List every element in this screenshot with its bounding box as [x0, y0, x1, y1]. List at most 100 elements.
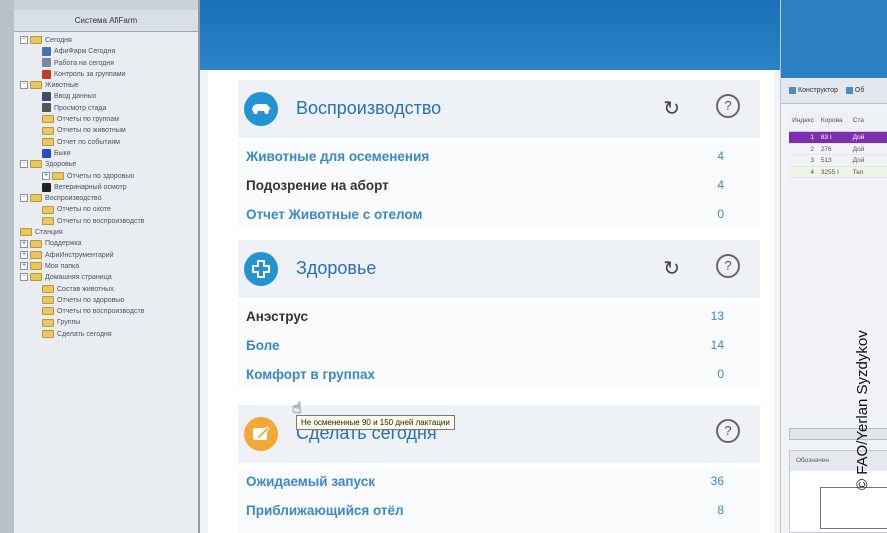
expand-icon[interactable]: +	[42, 171, 50, 180]
report-icon	[42, 182, 51, 192]
table-row[interactable]: 1 83 I Дой	[789, 132, 887, 144]
collapse-icon[interactable]: -	[20, 194, 28, 203]
right-toolbar: Конструктор Об	[781, 78, 887, 104]
card-header: Сделать сегодня ?	[238, 405, 760, 463]
report-row[interactable]: Боле 14	[238, 331, 760, 360]
tree-item[interactable]: Контроль за группами	[16, 69, 198, 80]
column-header[interactable]: Индекс	[789, 110, 817, 132]
report-link[interactable]: Отчет Животные с отелом	[246, 200, 422, 229]
cow-icon	[244, 92, 278, 126]
table-row[interactable]: 3 513 Дой	[789, 155, 887, 167]
folder-icon	[42, 318, 54, 327]
folder-icon	[42, 137, 54, 146]
constructor-button[interactable]: Конструктор	[789, 78, 838, 104]
report-link[interactable]: Комфорт в группах	[246, 360, 375, 389]
report-link[interactable]: Анэструс	[246, 302, 308, 331]
folder-icon	[42, 126, 54, 135]
report-count: 0	[717, 367, 724, 381]
tree-item[interactable]: Отчеты по воспроизводств	[16, 306, 198, 317]
report-row[interactable]: Отчет Животные с отелом 0	[238, 200, 760, 229]
expand-icon[interactable]: +	[20, 250, 28, 259]
overview-button[interactable]: Об	[845, 78, 864, 104]
tree-item[interactable]: Отчеты по здоровью	[16, 295, 198, 306]
tree-item[interactable]: АфиФарм Сегодня	[16, 46, 198, 57]
tree-item[interactable]: Отчеты по группам	[16, 114, 198, 125]
collapse-icon[interactable]: -	[20, 160, 28, 169]
expand-icon[interactable]: +	[20, 262, 28, 271]
report-count: 8	[717, 503, 724, 517]
tree-item[interactable]: Просмотр стада	[16, 103, 198, 114]
tree-item[interactable]: Работа на сегодня	[16, 58, 198, 69]
tree-item-label: Отчеты по здоровью	[67, 172, 135, 180]
tree-item[interactable]: Быки	[16, 148, 198, 159]
tree-item[interactable]: Группы	[16, 317, 198, 328]
tree-item[interactable]: + Отчеты по здоровью	[16, 171, 198, 182]
tree-item[interactable]: Отчеты по животным	[16, 125, 198, 136]
report-row[interactable]: Ожидаемый запуск 36	[238, 467, 760, 496]
report-link[interactable]: Подозрение на аборт	[246, 171, 389, 200]
report-count: 4	[717, 149, 724, 163]
report-row[interactable]: Животные для осеменения 4	[238, 142, 760, 171]
tree-item[interactable]: Ввод данных	[16, 91, 198, 102]
report-link[interactable]: Животные для осеменения	[246, 142, 429, 171]
tree-item-label: Отчеты по группам	[57, 116, 119, 124]
help-icon[interactable]: ?	[716, 254, 740, 278]
report-link[interactable]: Приближающийся отёл	[246, 496, 404, 525]
help-icon[interactable]: ?	[716, 419, 740, 443]
tree-item[interactable]: - Домашняя страница	[16, 272, 198, 283]
tree-item[interactable]: + АфиИнструментарий	[16, 250, 198, 261]
help-icon[interactable]: ?	[716, 94, 740, 118]
cell-status: Тел	[852, 168, 864, 176]
cell-cow: 3255 I	[820, 168, 839, 176]
table-row[interactable]: 4 3255 I Тел	[789, 166, 887, 178]
report-link[interactable]: Боле	[246, 331, 280, 360]
cell-cow: 276	[820, 145, 832, 153]
lower-panel: Обозначен	[789, 450, 887, 533]
folder-icon	[42, 205, 54, 214]
tree-item[interactable]: Отчет по событиям	[16, 137, 198, 148]
dashboard: Воспроизводство ↻ ? Животные для осемене…	[200, 0, 780, 533]
tree-item-label: Отчеты по воспроизводств	[57, 217, 145, 225]
report-row[interactable]: 14	[238, 525, 760, 533]
tree-item-label: АфиИнструментарий	[45, 251, 114, 259]
column-header[interactable]: Ста	[853, 110, 873, 132]
tree-item[interactable]: Сделать сегодня	[16, 329, 198, 340]
tree-item-label: Моя папка	[45, 262, 80, 270]
collapse-icon[interactable]: -	[20, 273, 28, 282]
refresh-icon[interactable]: ↻	[663, 258, 680, 278]
tree-item-label: Состав животных	[57, 285, 114, 293]
tree-item[interactable]: Состав животных	[16, 284, 198, 295]
reproduction-card: Воспроизводство ↻ ? Животные для осемене…	[238, 80, 760, 238]
refresh-icon[interactable]: ↻	[663, 98, 680, 118]
tree-item[interactable]: + Поддержка	[16, 238, 198, 249]
report-icon	[42, 46, 51, 56]
collapse-icon[interactable]: -	[20, 81, 28, 90]
card-header: Здоровье ↻ ?	[238, 240, 760, 298]
card-rows: Животные для осеменения 4 Подозрение на …	[238, 142, 760, 229]
tree-item[interactable]: - Животные	[16, 80, 198, 91]
photo-credit: © FAO/Yerlan Syzdykov	[854, 330, 871, 490]
report-row[interactable]: Комфорт в группах 0	[238, 360, 760, 389]
tree-item[interactable]: Ветеринарный осмотр	[16, 182, 198, 193]
column-header[interactable]: Корова	[819, 110, 851, 132]
tree-item[interactable]: - Воспроизводство	[16, 193, 198, 204]
folder-icon	[30, 160, 42, 169]
table-row[interactable]: 2 276 Дой	[789, 144, 887, 155]
folder-icon	[30, 81, 42, 90]
tree-item-label: Ввод данных	[54, 93, 97, 101]
tree-item[interactable]: - Сегодня	[16, 35, 198, 46]
health-card: Здоровье ↻ ? Анэструс 13 Боле 14 Комфорт…	[238, 240, 760, 398]
horizontal-scrollbar[interactable]	[789, 428, 887, 440]
tree-item[interactable]: Отчеты по воспроизводств	[16, 216, 198, 227]
tree-list: - Сегодня АфиФарм Сегодня Работа на сегодня…	[14, 32, 198, 340]
expand-icon[interactable]: +	[20, 239, 28, 248]
tree-item[interactable]: Отчеты по охоте	[16, 204, 198, 215]
tree-item[interactable]: Станция	[16, 227, 198, 238]
report-link[interactable]: Ожидаемый запуск	[246, 467, 375, 496]
report-row[interactable]: Анэструс 13	[238, 302, 760, 331]
tree-item[interactable]: + Моя папка	[16, 261, 198, 272]
tree-item[interactable]: - Здоровье	[16, 159, 198, 170]
report-row[interactable]: Подозрение на аборт 4	[238, 171, 760, 200]
report-row[interactable]: Приближающийся отёл 8	[238, 496, 760, 525]
collapse-icon[interactable]: -	[20, 36, 28, 45]
